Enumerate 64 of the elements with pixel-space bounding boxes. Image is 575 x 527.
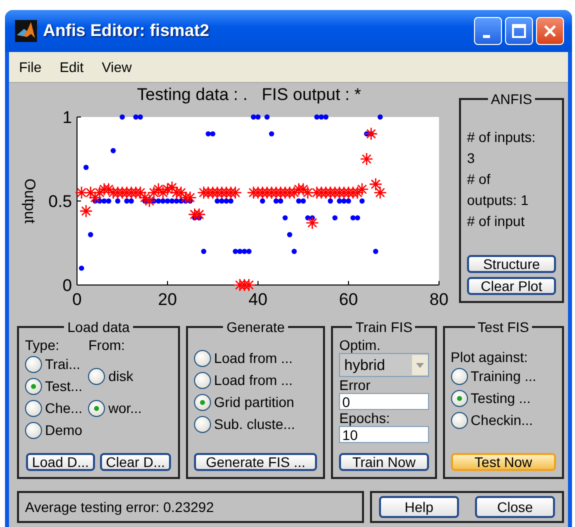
error-label: Error — [339, 377, 372, 393]
epochs-label: Epochs: — [339, 410, 391, 426]
x-tick-label: 60 — [339, 290, 358, 309]
radio-button[interactable]: Trai... — [25, 353, 82, 375]
radio-button[interactable]: wor... — [88, 397, 142, 419]
info-text: 3 — [467, 149, 476, 168]
radio-button[interactable]: Load from ... — [194, 369, 318, 391]
minimize-button[interactable] — [474, 17, 502, 45]
menu-item[interactable]: View — [94, 59, 142, 75]
dropdown-caret-icon — [416, 362, 424, 368]
close-button[interactable] — [536, 17, 564, 45]
train-now-button[interactable]: Train Now — [339, 453, 429, 471]
x-tick-label: 80 — [430, 290, 448, 309]
radio-button[interactable]: Grid partition — [194, 391, 318, 413]
close-icon — [543, 24, 557, 38]
optim-dropdown[interactable]: hybrid — [339, 353, 429, 377]
radio-button[interactable]: Test... — [25, 375, 82, 397]
x-tick-label: 40 — [248, 290, 268, 309]
panel-title: Load data — [66, 319, 131, 335]
x-tick-label: 20 — [158, 290, 177, 309]
radio-button[interactable]: Testing ... — [450, 387, 556, 409]
panel-title: Generate — [225, 319, 286, 335]
window-title: Anfis Editor: fismat2 — [43, 21, 210, 41]
panel-title: ANFIS — [490, 91, 534, 107]
x-tick-label: 0 — [72, 290, 82, 309]
radio-button[interactable]: Load from ... — [194, 347, 318, 369]
app-logo-icon — [15, 20, 37, 42]
panel-button[interactable]: Structure — [467, 255, 556, 273]
status-text: Average testing error: 0.23292 — [17, 491, 364, 523]
y-tick-label: 1 — [62, 108, 72, 127]
menu-item[interactable]: Edit — [52, 59, 94, 75]
dialog-button[interactable]: Help — [379, 496, 459, 518]
panel-title: Test FIS — [476, 319, 530, 335]
panel-button[interactable]: Clear D... — [100, 453, 171, 471]
panel-button[interactable]: Clear Plot — [467, 277, 556, 295]
info-text: # of inputs: — [467, 128, 536, 147]
epochs-field[interactable]: 10 — [339, 426, 429, 443]
generate-fis-button[interactable]: Generate FIS ... — [194, 453, 318, 471]
radio-button[interactable]: Demo — [25, 419, 82, 441]
radio-button[interactable]: Training ... — [450, 365, 556, 387]
y-tick-label: 0.5 — [48, 192, 72, 211]
minimize-icon — [483, 34, 490, 38]
info-text: outputs: 1 — [467, 191, 530, 210]
maximize-icon — [512, 24, 526, 38]
maximize-button[interactable] — [505, 17, 533, 45]
plot-against-label: Plot against: — [450, 349, 529, 365]
info-text: # of input — [467, 212, 526, 231]
radio-button[interactable]: Sub. cluste... — [194, 413, 318, 435]
radio-button[interactable]: Che... — [25, 397, 82, 419]
chart-title: Testing data : . FIS output : * — [136, 85, 362, 105]
panel-title: Train FIS — [354, 319, 414, 335]
panel-button[interactable]: Load D... — [26, 453, 95, 471]
radio-button[interactable]: Checkin... — [450, 409, 556, 431]
dialog-button[interactable]: Close — [475, 496, 555, 518]
y-axis-label: Output — [21, 178, 38, 224]
error-field[interactable]: 0 — [339, 393, 429, 410]
radio-button[interactable]: disk — [88, 365, 142, 387]
optim-label: Optim. — [339, 337, 382, 353]
test-now-button[interactable]: Test Now — [450, 453, 556, 471]
from-label: From: — [88, 337, 126, 353]
type-label: Type: — [25, 337, 60, 353]
menu-item[interactable]: File — [11, 59, 52, 75]
y-tick-label: 0 — [62, 276, 72, 295]
info-text: # of — [467, 170, 492, 189]
